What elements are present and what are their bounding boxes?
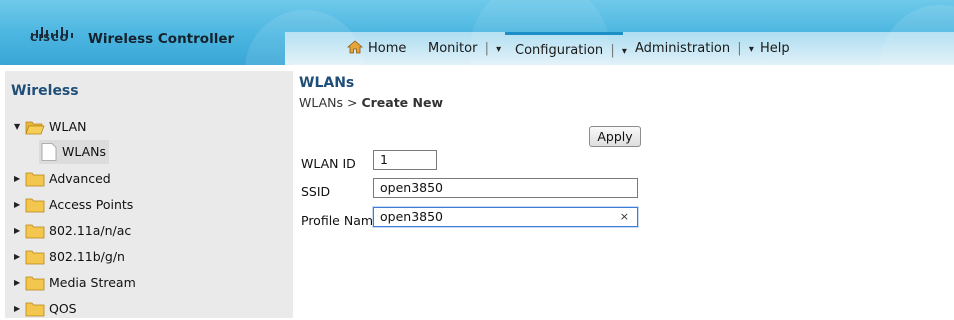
nav-separator: | (737, 41, 742, 56)
page-title: WLANs (299, 75, 355, 91)
chevron-down-icon[interactable]: ▾ (622, 46, 627, 57)
nav-administration[interactable]: Administration | ▾ (635, 34, 754, 65)
sidebar-title: Wireless (11, 83, 79, 99)
document-icon (41, 143, 57, 161)
breadcrumb-separator: > (343, 95, 362, 110)
cisco-logo-text: CISCO (30, 33, 70, 44)
sidebar-item-qos[interactable]: ▶ QOS (14, 298, 154, 320)
folder-icon (25, 276, 45, 291)
folder-icon (25, 172, 45, 187)
collapsed-triangle-icon[interactable]: ▶ (14, 272, 22, 294)
nav-help-label: Help (760, 41, 790, 56)
sidebar-item-wlans[interactable]: WLANs (39, 140, 109, 164)
nav-configuration[interactable]: Configuration | ▾ (505, 32, 627, 65)
collapsed-triangle-icon[interactable]: ▶ (14, 298, 22, 320)
collapsed-triangle-icon[interactable]: ▶ (14, 194, 22, 216)
sidebar-item-label: 802.11b/g/n (49, 249, 125, 264)
sidebar-item-label: WLAN (49, 119, 87, 134)
breadcrumb-parent-link[interactable]: WLANs (299, 95, 343, 110)
sidebar-item-label: QOS (49, 301, 77, 316)
nav-monitor-label: Monitor (428, 41, 478, 56)
folder-icon (25, 224, 45, 239)
collapsed-triangle-icon[interactable]: ▶ (14, 220, 22, 242)
nav-home[interactable]: Home (347, 34, 406, 65)
profile-name-value: open3850 (380, 209, 444, 224)
wlan-id-label: WLAN ID (301, 156, 356, 171)
home-icon (347, 40, 363, 54)
nav-administration-label: Administration (635, 41, 731, 56)
profile-name-label: Profile Name (301, 213, 381, 228)
chevron-down-icon[interactable]: ▾ (749, 44, 754, 55)
product-name: Wireless Controller (88, 31, 235, 47)
folder-icon (25, 198, 45, 213)
breadcrumb-current: Create New (361, 95, 443, 110)
wlan-id-field[interactable]: 1 (373, 150, 437, 170)
sidebar-item-media-stream[interactable]: ▶ Media Stream (14, 272, 154, 294)
app-header: CISCO Wireless Controller Home Monitor |… (0, 0, 954, 65)
nav-help[interactable]: Help (760, 34, 790, 65)
folder-icon (25, 250, 45, 265)
folder-icon (25, 302, 45, 317)
sidebar-item-label: Media Stream (49, 275, 136, 290)
clear-icon[interactable]: × (620, 208, 629, 226)
ssid-field[interactable]: open3850 (373, 178, 638, 198)
expanded-triangle-icon[interactable]: ▼ (14, 116, 22, 138)
nav-home-label: Home (368, 41, 407, 56)
apply-button[interactable]: Apply (589, 126, 641, 147)
nav-separator: | (610, 43, 615, 58)
breadcrumb: WLANs > Create New (299, 95, 443, 110)
ssid-label: SSID (301, 184, 331, 199)
nav-monitor[interactable]: Monitor | ▾ (428, 34, 501, 65)
collapsed-triangle-icon[interactable]: ▶ (14, 168, 22, 190)
sidebar-item-label: Advanced (49, 171, 111, 186)
nav-configuration-label: Configuration (515, 43, 604, 58)
sidebar-item-label: Access Points (49, 197, 134, 212)
collapsed-triangle-icon[interactable]: ▶ (14, 246, 22, 268)
sidebar-item-label: WLANs (62, 144, 107, 159)
sidebar-item-label: 802.11a/n/ac (49, 223, 132, 238)
sidebar-item-80211anac[interactable]: ▶ 802.11a/n/ac (14, 220, 154, 242)
open-folder-icon (25, 121, 45, 135)
sidebar-item-wlan[interactable]: ▼ WLAN (14, 116, 114, 138)
nav-separator: | (484, 41, 489, 56)
sidebar-item-80211bgn[interactable]: ▶ 802.11b/g/n (14, 246, 154, 268)
sidebar-item-access-points[interactable]: ▶ Access Points (14, 194, 154, 216)
chevron-down-icon[interactable]: ▾ (496, 44, 501, 55)
profile-name-field[interactable]: open3850 × (373, 207, 638, 227)
sidebar-item-advanced[interactable]: ▶ Advanced (14, 168, 134, 190)
sidebar: Wireless ▼ WLAN WLANs ▶ Advanced ▶ Acces… (5, 71, 293, 318)
